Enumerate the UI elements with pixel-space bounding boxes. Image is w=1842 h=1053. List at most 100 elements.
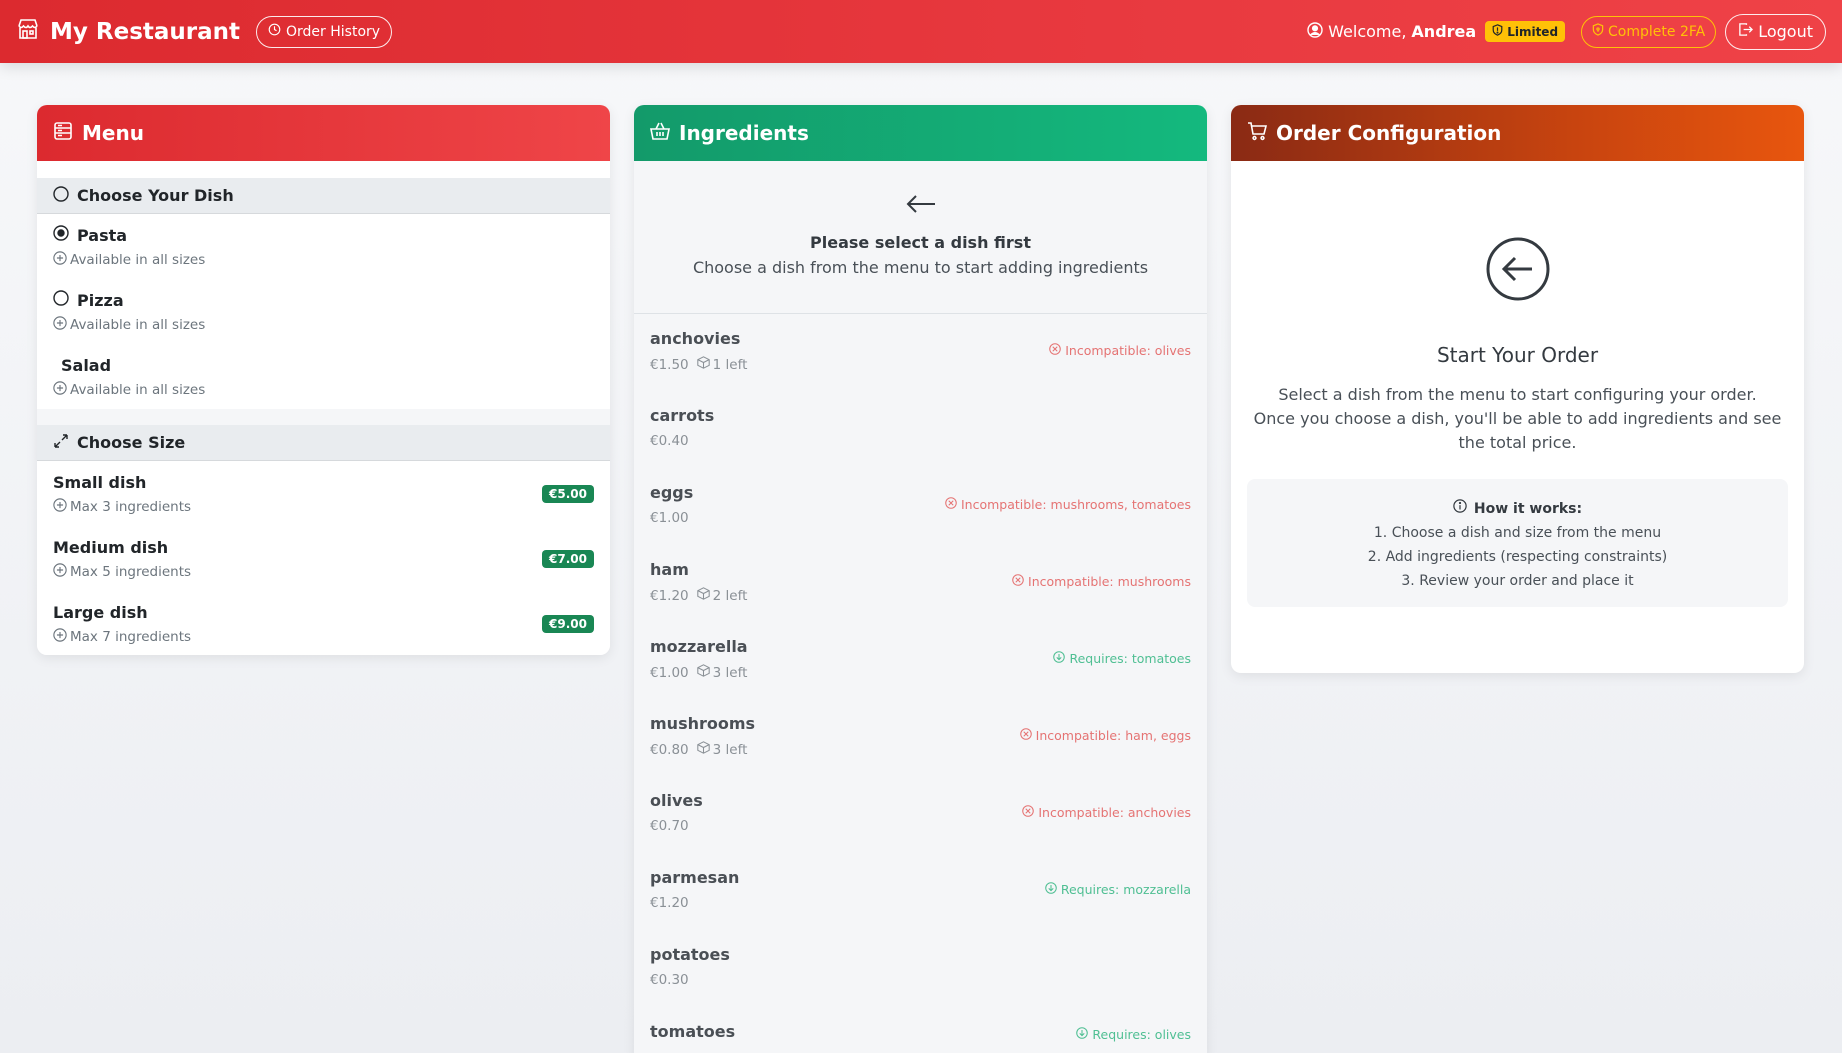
cart-icon	[1247, 121, 1276, 146]
ingredient-row[interactable]: olives €0.70 Incompatible: anchovies	[634, 776, 1207, 853]
ingredient-row[interactable]: ham €1.20 2 left Incompatible: mushrooms	[634, 545, 1207, 622]
stock-indicator: 1 left	[696, 356, 748, 373]
order-history-label: Order History	[286, 23, 381, 40]
radio-icon[interactable]	[53, 290, 69, 310]
ingredient-price: €0.80	[650, 741, 689, 758]
expand-arrows-icon	[53, 433, 77, 453]
ingredient-row[interactable]: tomatoes Requires: olives	[634, 1007, 1207, 1053]
size-option-medium[interactable]: Medium dish Max 5 ingredients €7.00	[37, 526, 610, 591]
radio-checked-icon[interactable]	[53, 225, 69, 245]
ingredient-row[interactable]: mushrooms €0.80 3 left Incompatible: ham, e…	[634, 699, 1207, 776]
constraint-tag: Incompatible: anchovies	[1022, 805, 1191, 820]
size-name: Large dish	[53, 602, 148, 622]
description-line: Select a dish from the menu to start con…	[1278, 385, 1757, 404]
stock-text: 1 left	[712, 356, 748, 373]
ingredient-price: €0.70	[650, 818, 689, 834]
ingredient-meta: €0.40	[650, 433, 1191, 449]
plus-circle-icon	[53, 316, 70, 334]
plus-circle-icon	[53, 563, 70, 581]
price-badge: €7.00	[542, 550, 594, 568]
constraint-tag: Incompatible: ham, eggs	[1019, 728, 1191, 743]
box-icon	[696, 741, 713, 758]
ingredient-meta: €0.30	[650, 972, 1191, 988]
constraint-text: Incompatible: anchovies	[1038, 805, 1191, 820]
ingredient-row[interactable]: parmesan €1.20 Requires: mozzarella	[634, 853, 1207, 930]
ingredient-row[interactable]: eggs €1.00 Incompatible: mushrooms, tomato…	[634, 468, 1207, 545]
size-note: Max 5 ingredients	[70, 564, 192, 580]
menu-icon	[53, 121, 82, 146]
arrow-down-circle-icon	[1053, 651, 1069, 666]
select-dish-placeholder: Please select a dish first Choose a dish…	[634, 161, 1207, 314]
constraint-text: Requires: olives	[1092, 1027, 1191, 1042]
ingredient-row[interactable]: mozzarella €1.00 3 left Requires: tomatoes	[634, 622, 1207, 699]
box-icon	[696, 587, 713, 604]
welcome-prefix: Welcome,	[1328, 22, 1407, 41]
size-option-small[interactable]: Small dish Max 3 ingredients €5.00	[37, 461, 610, 526]
info-circle-icon	[1453, 497, 1474, 521]
complete-2fa-button[interactable]: Complete 2FA	[1581, 15, 1717, 48]
how-it-works-title: How it works:	[1247, 497, 1788, 521]
top-navbar: My Restaurant Order History Welcome, And…	[0, 0, 1842, 63]
order-title: Order Configuration	[1276, 121, 1502, 145]
shield-lock-icon	[1592, 23, 1608, 40]
ingredients-title: Ingredients	[679, 121, 809, 145]
dish-option-pasta[interactable]: Pasta Available in all sizes	[37, 214, 610, 279]
placeholder-title: Please select a dish first	[810, 233, 1031, 252]
dish-option-pizza[interactable]: Pizza Available in all sizes	[37, 279, 610, 344]
ingredient-row[interactable]: potatoes €0.30	[634, 930, 1207, 1007]
choose-size-header: Choose Size	[37, 425, 610, 461]
how-it-works-box: How it works: 1. Choose a dish and size …	[1247, 479, 1788, 607]
ingredient-row[interactable]: carrots €0.40	[634, 391, 1207, 468]
size-option-large[interactable]: Large dish Max 7 ingredients €9.00	[37, 591, 610, 655]
x-circle-icon	[945, 497, 961, 512]
menu-title: Menu	[82, 121, 144, 145]
constraint-text: Incompatible: mushrooms	[1028, 574, 1191, 589]
brand[interactable]: My Restaurant	[16, 17, 240, 47]
box-icon	[696, 356, 713, 373]
constraint-tag: Incompatible: mushrooms, tomatoes	[945, 497, 1191, 512]
menu-card: Menu Choose Your Dish Pasta Available in…	[37, 105, 610, 655]
ingredient-meta: €1.00	[650, 510, 1191, 526]
constraint-text: Incompatible: olives	[1065, 343, 1191, 358]
stock-indicator: 3 left	[696, 741, 747, 758]
constraint-tag: Requires: mozzarella	[1045, 882, 1191, 897]
stock-indicator: 2 left	[696, 587, 748, 604]
dish-note: Available in all sizes	[70, 317, 206, 333]
ingredient-meta: €1.20	[650, 895, 1191, 911]
arrow-down-circle-icon	[1045, 882, 1061, 897]
x-circle-icon	[1019, 728, 1036, 743]
logout-button[interactable]: Logout	[1725, 13, 1826, 50]
ingredient-price: €1.20	[650, 587, 689, 604]
order-card-header: Order Configuration	[1231, 105, 1804, 161]
dish-name: Pizza	[77, 290, 124, 310]
price-badge: €5.00	[542, 485, 594, 503]
constraint-text: Incompatible: mushrooms, tomatoes	[960, 497, 1191, 512]
dish-option-salad[interactable]: Salad Available in all sizes	[37, 344, 610, 409]
ingredient-meta: €0.70	[650, 818, 1191, 834]
order-history-button[interactable]: Order History	[256, 15, 393, 48]
plus-circle-icon	[53, 628, 70, 646]
ingredient-price: €0.30	[650, 972, 689, 988]
ingredient-row[interactable]: anchovies €1.50 1 left Incompatible: olives	[634, 314, 1207, 391]
logout-label: Logout	[1758, 22, 1813, 41]
placeholder-subtitle: Choose a dish from the menu to start add…	[692, 258, 1149, 277]
ingredient-name: potatoes	[650, 945, 730, 964]
logout-icon	[1738, 22, 1758, 41]
choose-size-label: Choose Size	[77, 433, 186, 452]
stock-text: 2 left	[712, 587, 748, 604]
plus-circle-icon	[53, 251, 70, 269]
dish-name: Salad	[61, 355, 112, 375]
how-step: 3. Review your order and place it	[1401, 573, 1634, 589]
limited-badge: Limited	[1485, 21, 1566, 42]
x-circle-icon	[1049, 343, 1065, 358]
ingredient-price: €1.20	[650, 895, 689, 911]
menu-card-header: Menu	[37, 105, 610, 161]
size-note: Max 3 ingredients	[70, 499, 192, 515]
start-order-description: Select a dish from the menu to start con…	[1247, 383, 1788, 455]
dish-note: Available in all sizes	[70, 382, 206, 398]
stock-text: 3 left	[712, 664, 748, 681]
limited-label: Limited	[1507, 24, 1559, 39]
dish-list: Pasta Available in all sizes Pizza Avail…	[37, 214, 610, 409]
x-circle-icon	[1022, 805, 1038, 820]
arrow-down-circle-icon	[1076, 1027, 1092, 1042]
